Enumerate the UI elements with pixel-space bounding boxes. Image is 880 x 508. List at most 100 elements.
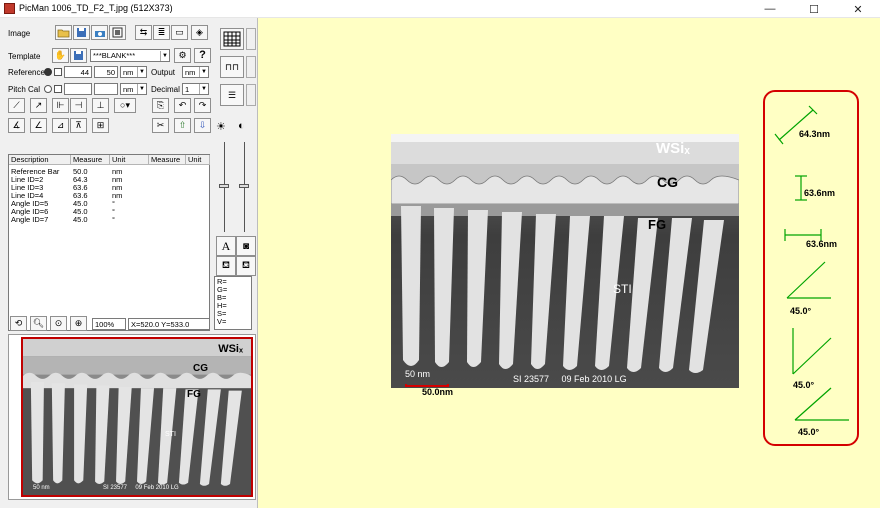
pitch-length-input[interactable] (94, 83, 118, 95)
reference-unit-select[interactable]: nm ▼ (120, 66, 147, 78)
chevron-down-icon: ▼ (137, 67, 146, 77)
measurement-table[interactable]: Description Measure Unit Measure Unit Re… (8, 154, 210, 331)
undo-icon[interactable]: ↶ (174, 98, 191, 113)
decimal-select[interactable]: 1 ▼ (182, 83, 209, 95)
shape-circle-icon[interactable]: ○▾ (114, 98, 136, 113)
scroll-spinner[interactable] (246, 28, 256, 50)
thumbnail-frame[interactable]: WSiₓ CG FG STI 50 nm SI 23577 09 Feb 201… (21, 337, 253, 497)
scale-text: 50 nm (405, 369, 431, 379)
zoom-out-icon[interactable]: 🔍︎ (30, 316, 47, 331)
v-measure-icon[interactable]: ⊥ (92, 98, 109, 113)
brightness-icon[interactable]: ☀ (216, 120, 226, 133)
template-value: ***BLANK*** (93, 51, 136, 60)
thumbnail-pane[interactable]: WSiₓ CG FG STI 50 nm SI 23577 09 Feb 201… (8, 334, 256, 500)
line-tool-icon[interactable]: ⟋ (8, 98, 25, 113)
chevron-down-icon: ▼ (160, 51, 169, 61)
contrast-icon[interactable]: ◐ (238, 120, 245, 132)
column-header[interactable]: Unit (110, 155, 149, 165)
image-frame-icon[interactable] (109, 25, 126, 40)
reference-pixels-input[interactable]: 44 (64, 66, 92, 78)
pitch-unit-select[interactable]: nm ▼ (120, 83, 147, 95)
chevron-down-icon: ▼ (199, 67, 208, 77)
pitch-unit-value: nm (123, 84, 134, 94)
copy-icon[interactable]: ⎘ (152, 98, 169, 113)
zoom-fit-icon[interactable]: ⊙ (50, 316, 67, 331)
settings-gear-icon[interactable]: ⚙ (174, 48, 191, 63)
sem-image[interactable]: WSiₓ CG FG STI 50 nm SI 23577 09 Feb 201… (391, 134, 739, 388)
wsi-label: WSiₓ (656, 140, 690, 157)
maximize-button[interactable]: ☐ (792, 0, 836, 18)
zoom-in-icon[interactable]: ⊕ (70, 316, 87, 331)
template-select[interactable]: ***BLANK*** ▼ (90, 49, 170, 62)
image-info-text: SI 23577 09 Feb 2010 LG (513, 374, 627, 384)
reference-length-input[interactable]: 50 (94, 66, 118, 78)
fill-tool-icon[interactable]: ⛾ (236, 256, 256, 276)
scissors-icon[interactable]: ✂ (152, 118, 169, 133)
capture-icon[interactable]: ◙ (236, 236, 256, 256)
grid-measure-icon[interactable]: ⊞ (92, 118, 109, 133)
reference-unit-value: nm (123, 67, 134, 77)
annotation-shapes (774, 105, 849, 421)
down-arrow-icon[interactable]: ⇩ (194, 118, 211, 133)
column-header[interactable]: Unit (186, 155, 210, 165)
angle-tool-icon[interactable]: ∡ (8, 118, 25, 133)
thumb-info-text: SI 23577 09 Feb 2010 LG (103, 485, 179, 491)
paint-bucket-icon[interactable]: ⛾ (216, 256, 236, 276)
grid-view-icon[interactable] (220, 28, 244, 50)
tray-icon[interactable]: ▭ (171, 25, 188, 40)
open-folder-icon[interactable] (55, 25, 72, 40)
readout-v: V= (217, 317, 227, 326)
column-header[interactable]: Measure (149, 155, 186, 165)
help-icon[interactable]: ? (194, 48, 211, 63)
pitch-cal-checkbox[interactable] (54, 85, 62, 93)
output-label: Output (151, 68, 176, 77)
rotate-arrows-icon[interactable]: ⇆ (135, 25, 152, 40)
close-button[interactable]: ✕ (836, 0, 880, 18)
template-open-icon[interactable]: ✋ (52, 48, 69, 63)
annotation-angle-2: 45.0° (793, 380, 815, 390)
thumb-fg-label: FG (187, 389, 201, 400)
title-bar: PicMan 1006_TD_F2_T.jpg (512X373) — ☐ ✕ (0, 0, 880, 18)
layers-icon[interactable]: ◈ (191, 25, 208, 40)
pitch-count-input[interactable] (64, 83, 92, 95)
baseline-icon[interactable]: ⊼ (70, 118, 87, 133)
annotation-length-1: 64.3nm (799, 129, 831, 139)
up-arrow-icon[interactable]: ⇧ (174, 118, 191, 133)
reference-label: Reference (8, 68, 45, 77)
reference-radio[interactable] (44, 68, 52, 76)
control-panel: Image ⇆ ≣ ▭ ◈ Template ✋ ***BLANK*** ▼ ⚙… (0, 18, 258, 508)
arrow-line-icon[interactable]: ↗ (30, 98, 47, 113)
image-label: Image (8, 29, 31, 38)
camera-icon[interactable] (91, 25, 108, 40)
thumb-wsi-label: WSiₓ (218, 343, 243, 355)
square-wave-icon[interactable]: ⊓⊓ (220, 56, 244, 78)
table-cell-measure: 45.0 (73, 215, 88, 224)
app-icon (4, 3, 15, 14)
reference-checkbox[interactable] (54, 68, 62, 76)
thumb-cg-label: CG (193, 363, 208, 374)
redo-icon[interactable]: ↷ (194, 98, 211, 113)
column-header[interactable]: Description (9, 155, 71, 165)
scroll-spinner[interactable] (246, 84, 256, 106)
h-measure-icon[interactable]: ⊣ (70, 98, 87, 113)
stack-icon[interactable]: ≣ (153, 25, 170, 40)
text-tool-button[interactable]: A (216, 236, 236, 256)
angle-alt-icon[interactable]: ∠ (30, 118, 47, 133)
template-save-icon[interactable] (70, 48, 87, 63)
pitch-tool-icon[interactable]: ⊩ (52, 98, 69, 113)
annotation-length-3: 63.6nm (806, 239, 838, 249)
contrast-slider-thumb[interactable] (239, 184, 249, 188)
sti-label: STI (613, 282, 632, 296)
minimize-button[interactable]: — (748, 0, 792, 18)
vertical-wave-icon[interactable]: ☰ (220, 84, 244, 106)
output-unit-select[interactable]: nm ▼ (182, 66, 209, 78)
save-icon[interactable] (73, 25, 90, 40)
column-header[interactable]: Measure (71, 155, 110, 165)
annotation-length-2: 63.6nm (804, 188, 836, 198)
refresh-icon[interactable]: ⟲ (10, 316, 27, 331)
pitch-cal-radio[interactable] (44, 85, 52, 93)
vertical-angle-icon[interactable]: ⊿ (52, 118, 69, 133)
sem-image-graphic (391, 134, 739, 388)
scroll-spinner[interactable] (246, 56, 256, 78)
brightness-slider-thumb[interactable] (219, 184, 229, 188)
